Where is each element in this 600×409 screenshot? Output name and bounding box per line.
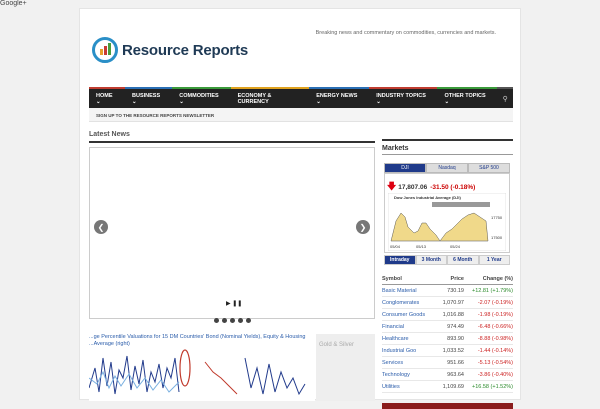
table-row: Financial 974.49 -6.48 (-0.66%): [382, 321, 513, 333]
nav-item-2[interactable]: COMMODITIES ⌄: [172, 87, 231, 108]
sector-change: +12.81 (+1.79%): [472, 287, 513, 294]
sector-change: +16.58 (+1.52%): [472, 383, 513, 390]
sector-name-link[interactable]: Basic Material: [382, 288, 434, 294]
range-6-month[interactable]: 6 Month: [447, 255, 479, 265]
range-3-month[interactable]: 3 Month: [415, 255, 447, 265]
sector-price: 1,033.52: [442, 347, 464, 354]
sector-name-link[interactable]: Utilities: [382, 384, 434, 390]
newsletter-signup-link[interactable]: SIGN UP TO THE RESOURCE REPORTS NEWSLETT…: [89, 108, 513, 122]
latest-news-heading: Latest News: [89, 131, 130, 138]
sector-price: 1,070.97: [442, 299, 464, 306]
index-chart-label: Dow Jones Industrial Average (DJI): [394, 195, 461, 200]
featured-chart-graphic: [89, 349, 306, 396]
search-icon[interactable]: ⚲: [497, 87, 513, 108]
quote-change: -31.50 (-0.18%): [430, 183, 476, 191]
nav-item-5[interactable]: INDUSTRY TOPICS ⌄: [369, 87, 438, 108]
svg-text:05/13: 05/13: [416, 244, 427, 249]
site-logo[interactable]: Resource Reports: [92, 37, 248, 63]
brand-name: Resource Reports: [122, 41, 249, 59]
table-row: Utilities 1,109.69 +16.58 (+1.52%): [382, 381, 513, 393]
sector-price: 893.90: [447, 335, 464, 342]
svg-text:17750: 17750: [491, 215, 503, 220]
slider-pagination: [89, 318, 375, 323]
news-slider: ❮ ❯ ▶ ❚❚: [89, 147, 375, 319]
slider-play-pause-button[interactable]: ▶ ❚❚: [226, 300, 242, 307]
slider-dot[interactable]: [229, 318, 235, 323]
table-row: Services 951.66 -5.13 (-0.54%): [382, 357, 513, 369]
table-row: Healthcare 893.90 -8.88 (-0.98%): [382, 333, 513, 345]
markets-heading: Markets: [382, 145, 409, 152]
svg-text:17500: 17500: [491, 235, 503, 240]
table-row: Industrial Goo 1,033.52 -1.44 (-0.14%): [382, 345, 513, 357]
market-index-tabs: DJI Nasdaq S&P 500: [384, 163, 510, 173]
slider-dot[interactable]: [221, 318, 227, 323]
sector-price: 974.49: [447, 323, 464, 330]
nav-item-3[interactable]: ECONOMY & CURRENCY: [230, 87, 310, 108]
sector-table: Symbol Price Change (%) Basic Material 73…: [382, 273, 513, 393]
svg-text:05/24: 05/24: [450, 244, 461, 249]
google-plus-link[interactable]: Google+: [0, 0, 27, 7]
table-header-row: Symbol Price Change (%): [382, 273, 513, 285]
market-quote-panel: 🡇 17,807.06 -31.50 (-0.18%) Dow Jones In…: [384, 173, 510, 253]
nav-item-4[interactable]: ENERGY NEWS ⌄: [309, 87, 370, 108]
nav-item-6[interactable]: OTHER TOPICS ⌄: [437, 87, 498, 108]
quote-value: 17,807.06: [398, 183, 428, 191]
nav-item-0[interactable]: HOME ⌄: [89, 87, 125, 108]
page-container: Resource Reports Breaking news and comme…: [79, 8, 521, 409]
column-header-change: Change (%): [482, 275, 513, 282]
chart-range-tabs: Intraday 3 Month 6 Month 1 Year: [384, 255, 510, 265]
range-1-year[interactable]: 1 Year: [478, 255, 510, 265]
sector-change: -8.88 (-0.98%): [477, 335, 513, 342]
sector-name-link[interactable]: Healthcare: [382, 336, 434, 342]
slider-dot[interactable]: [213, 318, 219, 323]
slider-dot[interactable]: [245, 318, 251, 323]
sector-name-link[interactable]: Financial: [382, 324, 434, 330]
logo-chart-icon: [92, 37, 118, 63]
featured-chart-image[interactable]: ...ge Percentile Valuations for 15 DM Co…: [89, 334, 315, 401]
range-intraday[interactable]: Intraday: [384, 255, 416, 265]
sector-price: 951.66: [447, 359, 464, 366]
featured-chart-caption: ...ge Percentile Valuations for 15 DM Co…: [89, 334, 306, 347]
chevron-right-icon[interactable]: ❯: [356, 220, 370, 234]
sector-price: 730.19: [447, 287, 464, 294]
sector-change: -1.44 (-0.14%): [477, 347, 513, 354]
sector-change: -1.98 (-0.19%): [477, 311, 513, 318]
tab-nasdaq[interactable]: Nasdaq: [426, 163, 468, 173]
index-mini-chart[interactable]: Dow Jones Industrial Average (DJI) 17750…: [388, 193, 506, 251]
sector-name-link[interactable]: Services: [382, 360, 434, 366]
nav-item-1[interactable]: BUSINESS ⌄: [125, 87, 173, 108]
slider-dot[interactable]: [237, 318, 243, 323]
sector-name-link[interactable]: Technology: [382, 372, 434, 378]
sidebar-banner[interactable]: [382, 403, 513, 409]
column-header-symbol: Symbol: [382, 275, 402, 282]
gold-silver-panel[interactable]: Gold & Silver: [316, 334, 375, 401]
sector-name-link[interactable]: Conglomerates: [382, 300, 434, 306]
tab-dji[interactable]: DJI: [384, 163, 426, 173]
sector-change: -5.13 (-0.54%): [477, 359, 513, 366]
sector-name-link[interactable]: Industrial Goo: [382, 348, 434, 354]
divider: [382, 154, 513, 155]
sector-price: 1,109.69: [442, 383, 464, 390]
table-row: Technology 963.64 -3.86 (-0.40%): [382, 369, 513, 381]
chevron-left-icon[interactable]: ❮: [94, 220, 108, 234]
table-row: Consumer Goods 1,016.88 -1.98 (-0.19%): [382, 309, 513, 321]
sector-name-link[interactable]: Consumer Goods: [382, 312, 434, 318]
tab-sp500[interactable]: S&P 500: [468, 163, 510, 173]
sector-change: -2.07 (-0.19%): [477, 299, 513, 306]
column-header-price: Price: [450, 275, 464, 282]
svg-text:05/04: 05/04: [390, 244, 401, 249]
divider: [382, 139, 513, 141]
sector-change: -6.48 (-0.66%): [477, 323, 513, 330]
sector-change: -3.86 (-0.40%): [477, 371, 513, 378]
table-row: Conglomerates 1,070.97 -2.07 (-0.19%): [382, 297, 513, 309]
site-tagline: Breaking news and commentary on commodit…: [315, 30, 496, 36]
main-nav: HOME ⌄ BUSINESS ⌄ COMMODITIES ⌄ ECONOMY & C…: [89, 87, 513, 108]
sector-price: 963.64: [447, 371, 464, 378]
divider: [89, 141, 375, 143]
sector-price: 1,016.88: [442, 311, 464, 318]
table-row: Basic Material 730.19 +12.81 (+1.79%): [382, 285, 513, 297]
gold-silver-title: Gold & Silver: [319, 342, 355, 348]
